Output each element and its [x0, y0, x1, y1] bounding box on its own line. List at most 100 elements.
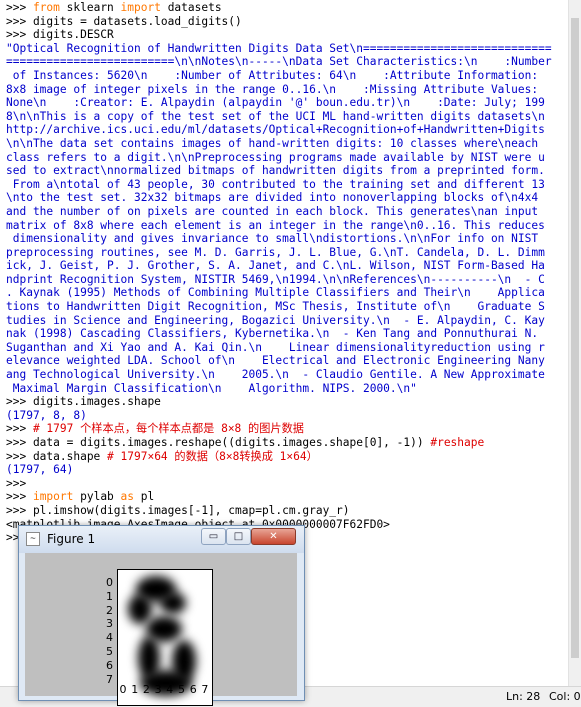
figure-title: Figure 1 [47, 532, 96, 546]
console-text: matrix of 8x8 where each element is an i… [6, 218, 545, 232]
y-tick-label: 7 [106, 672, 113, 686]
console-text: of Instances: 5620\n :Number of Attribut… [6, 68, 539, 82]
console-line: ang Technological University.\n 2005.\n … [6, 368, 568, 382]
console-text: From a\ntotal of 43 people, 30 contribut… [6, 177, 545, 191]
x-tick-label: 5 [178, 683, 185, 696]
console-line: (1797, 64) [6, 463, 568, 477]
x-tick-label: 1 [131, 683, 139, 696]
console-text: nak (1998) Cascading Classifiers, Kybern… [6, 327, 539, 341]
console-line: elevance weighted LDA. School of\n Elect… [6, 354, 568, 368]
digit-stroke [128, 594, 152, 624]
console-text: elevance weighted LDA. School of\n Elect… [6, 354, 545, 368]
console-text: >>> [6, 490, 33, 504]
x-tick-label: 6 [189, 683, 197, 696]
console-line: ndprint Recognition System, NISTIR 5469,… [6, 273, 568, 287]
console-line: None\n :Creator: E. Alpaydin (alpaydin '… [6, 96, 568, 110]
console-line: (1797, 8, 8) [6, 409, 568, 423]
console-text: >>> [6, 476, 27, 490]
console-text: Suganthan and Xi Yao and A. Kai Qin.\n L… [6, 340, 545, 354]
x-tick-label: 0 [119, 683, 127, 696]
digit-stroke [160, 592, 186, 614]
figure-window[interactable]: ~ Figure 1 ▭ □ ✕ 01234567 01234567 [18, 525, 305, 706]
console-text: >>> digits.DESCR [6, 28, 114, 42]
maximize-button[interactable]: □ [226, 528, 251, 545]
scrollbar-thumb[interactable] [571, 18, 579, 658]
console-text: tudies in Science and Engineering, Bogaz… [6, 313, 545, 327]
figure-canvas[interactable]: 01234567 01234567 [25, 553, 297, 706]
minimize-button[interactable]: ▭ [201, 528, 226, 545]
console-text: class refers to a digit.\n\nPreprocessin… [6, 150, 545, 164]
console-text: dimensionality and gives invariance to s… [6, 232, 539, 246]
console-text: >>> pl.imshow(digits.images[-1], cmap=pl… [6, 503, 350, 517]
console-line: "Optical Recognition of Handwritten Digi… [6, 42, 568, 56]
console-line: >>> from sklearn import datasets [6, 1, 568, 15]
console-text: =========================\n\nNotes\n----… [6, 55, 552, 69]
y-tick-label: 1 [106, 589, 113, 603]
figure-titlebar[interactable]: ~ Figure 1 ▭ □ ✕ [19, 526, 304, 553]
console-text: ndprint Recognition System, NISTIR 5469,… [6, 272, 545, 286]
y-tick-label: 2 [106, 603, 113, 617]
console-line: >>> data = digits.images.reshape((digits… [6, 436, 568, 450]
console-text: # 1797 个样本点，每个样本点都是 8×8 的图片数据 [32, 422, 304, 436]
console-text: (1797, 8, 8) [6, 408, 87, 422]
console-text: pl [134, 490, 155, 504]
console-text: >>> [6, 422, 33, 436]
console-line: sed to extract\nnormalized bitmaps of ha… [6, 164, 568, 178]
console-text: >>> digits.images.shape [6, 395, 161, 409]
console-text: import [120, 1, 161, 14]
x-tick-label: 7 [201, 683, 209, 696]
console-text: sed to extract\nnormalized bitmaps of ha… [6, 164, 545, 178]
console-line: \nto the test set. 32x32 bitmaps are div… [6, 191, 568, 205]
console-text: as [120, 490, 135, 504]
console-text: and the number of on pixels are counted … [6, 204, 539, 218]
console-line: tudies in Science and Engineering, Bogaz… [6, 314, 568, 328]
console-line: =========================\n\nNotes\n----… [6, 55, 568, 69]
console-text: #reshape [430, 436, 485, 449]
console-text: . Kaynak (1995) Methods of Combining Mul… [6, 286, 545, 300]
console-line: >>> import pylab as pl [6, 490, 568, 504]
y-tick-label: 4 [106, 631, 113, 645]
close-button[interactable]: ✕ [251, 528, 296, 545]
x-tick-label: 3 [154, 683, 162, 696]
status-line-number: Ln: 28 [506, 690, 541, 703]
console-text: from [32, 1, 60, 14]
console-line: >>> digits.images.shape [6, 395, 568, 409]
console-line: Maximal Margin Classification\n Algorith… [6, 382, 568, 396]
console-line: \n\nThe data set contains images of hand… [6, 137, 568, 151]
console-line: nak (1998) Cascading Classifiers, Kybern… [6, 327, 568, 341]
vertical-scrollbar[interactable] [568, 0, 581, 686]
console-text: 8x8 image of integer pixels in the range… [6, 82, 539, 96]
console-text: sklearn [59, 1, 121, 14]
console-text: >>> [6, 1, 33, 14]
console-text: \n\nThe data set contains images of hand… [6, 136, 539, 150]
console-line: dimensionality and gives invariance to s… [6, 232, 568, 246]
status-column-number: Col: 0 [549, 690, 581, 703]
console-line: class refers to a digit.\n\nPreprocessin… [6, 151, 568, 165]
console-text: Maximal Margin Classification\n Algorith… [6, 381, 417, 395]
console-text: "Optical Recognition of Handwritten Digi… [6, 41, 552, 55]
console-line: >>> # 1797 个样本点，每个样本点都是 8×8 的图片数据 [6, 422, 568, 436]
console-text: \nto the test set. 32x32 bitmaps are div… [6, 191, 539, 205]
console-text: None\n :Creator: E. Alpaydin (alpaydin '… [6, 96, 545, 110]
console-line: >>> digits.DESCR [6, 28, 568, 42]
console-line: matrix of 8x8 where each element is an i… [6, 219, 568, 233]
console-text: # 1797×64 的数据（8×8转换成 1×64） [107, 449, 318, 463]
console-text: import [32, 490, 74, 504]
console-text: >>> data = digits.images.reshape((digits… [6, 436, 431, 449]
console-line: >>> data.shape # 1797×64 的数据（8×8转换成 1×64… [6, 450, 568, 464]
console-line: Suganthan and Xi Yao and A. Kai Qin.\n L… [6, 341, 568, 355]
console-line: From a\ntotal of 43 people, 30 contribut… [6, 178, 568, 192]
console-output: >>> from sklearn import datasets >>> digi… [6, 1, 568, 545]
console-line: >>> pl.imshow(digits.images[-1], cmap=pl… [6, 504, 568, 518]
console-line: >>> digits = datasets.load_digits() [6, 15, 568, 29]
console-line: 8\n\nThis is a copy of the test set of t… [6, 110, 568, 124]
console-text: datasets [160, 1, 222, 14]
console-text: pylab [73, 490, 121, 504]
x-tick-label: 2 [142, 683, 150, 696]
console-text: 8\n\nThis is a copy of the test set of t… [6, 109, 545, 123]
console-line: ick, J. Geist, P. J. Grother, S. A. Jane… [6, 259, 568, 273]
console-text: http://archive.ics.uci.edu/ml/datasets/O… [6, 123, 545, 137]
console-line: 8x8 image of integer pixels in the range… [6, 83, 568, 97]
console-text: ang Technological University.\n 2005.\n … [6, 368, 545, 382]
console-line: >>> [6, 477, 568, 491]
